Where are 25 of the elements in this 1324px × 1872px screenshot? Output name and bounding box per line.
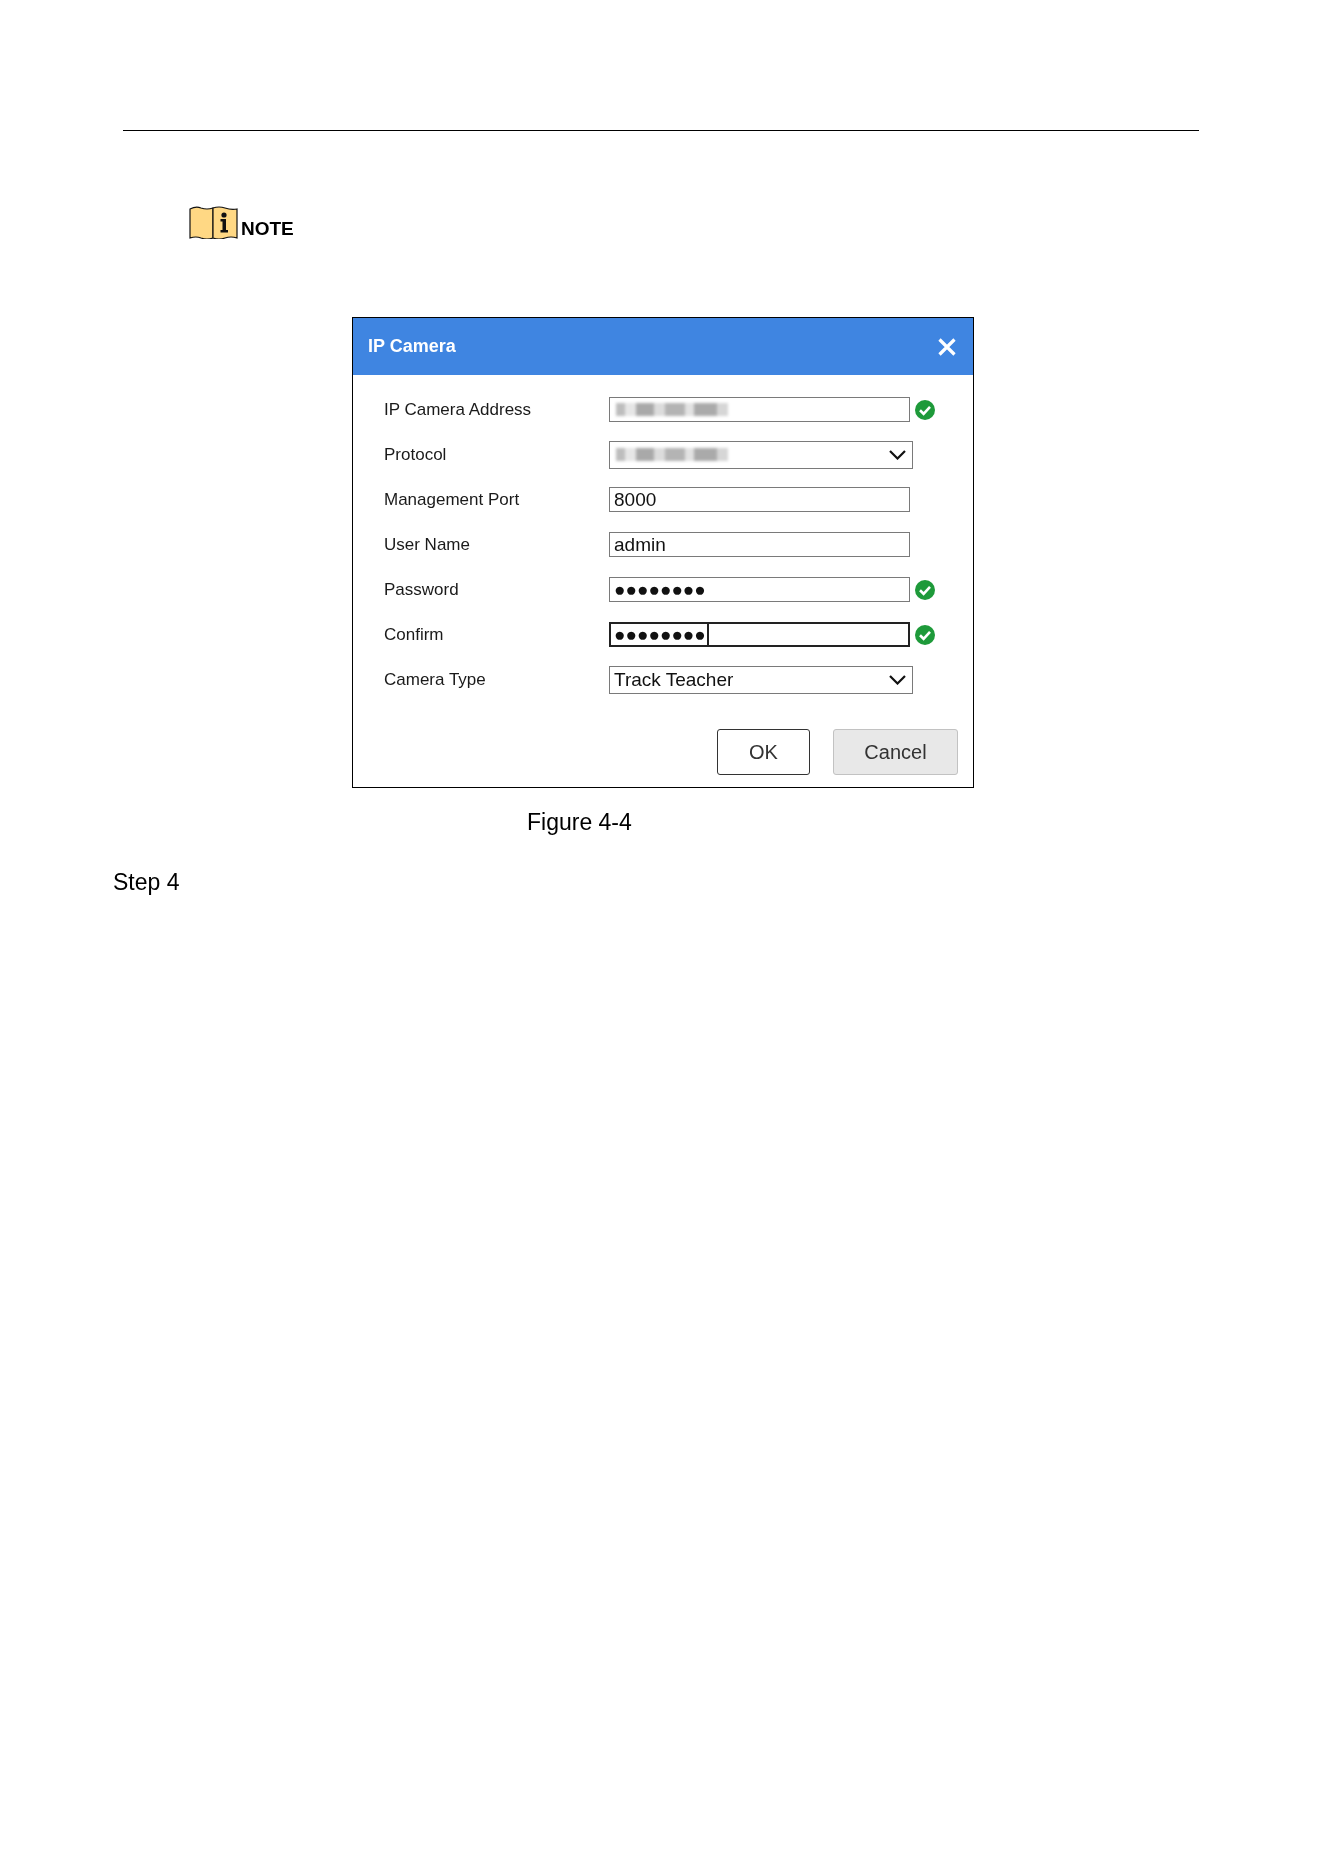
dropdown-field[interactable]: Track Teacher [609, 665, 913, 694]
chevron-down-icon [889, 449, 906, 460]
field-label: Management Port [384, 489, 521, 510]
dialog-title: IP Camera [368, 336, 456, 357]
chevron-down-icon [889, 674, 906, 685]
cancel-button[interactable]: Cancel [833, 729, 958, 775]
field-label: IP Camera Address [384, 399, 533, 420]
note-label: NOTE [241, 219, 294, 238]
step-label: Step 4 [113, 868, 180, 896]
text-field[interactable] [609, 397, 910, 422]
field-label: Confirm [384, 624, 445, 645]
field-label: Camera Type [384, 669, 487, 690]
password-field[interactable]: ●●●●●●●● [609, 622, 910, 647]
info-book-icon [189, 205, 238, 239]
dropdown-field[interactable] [609, 440, 913, 469]
text-cursor-icon [706, 624, 709, 645]
ok-button[interactable]: OK [717, 729, 810, 775]
password-field[interactable]: ●●●●●●●● [609, 577, 910, 602]
field-label: User Name [384, 534, 471, 555]
text-field[interactable]: admin [609, 532, 910, 557]
text-field[interactable]: 8000 [609, 487, 910, 512]
figure-caption: Figure 4-4 [527, 808, 632, 836]
close-icon[interactable] [938, 337, 956, 356]
field-label: Password [384, 579, 460, 600]
field-label: Protocol [384, 444, 448, 465]
